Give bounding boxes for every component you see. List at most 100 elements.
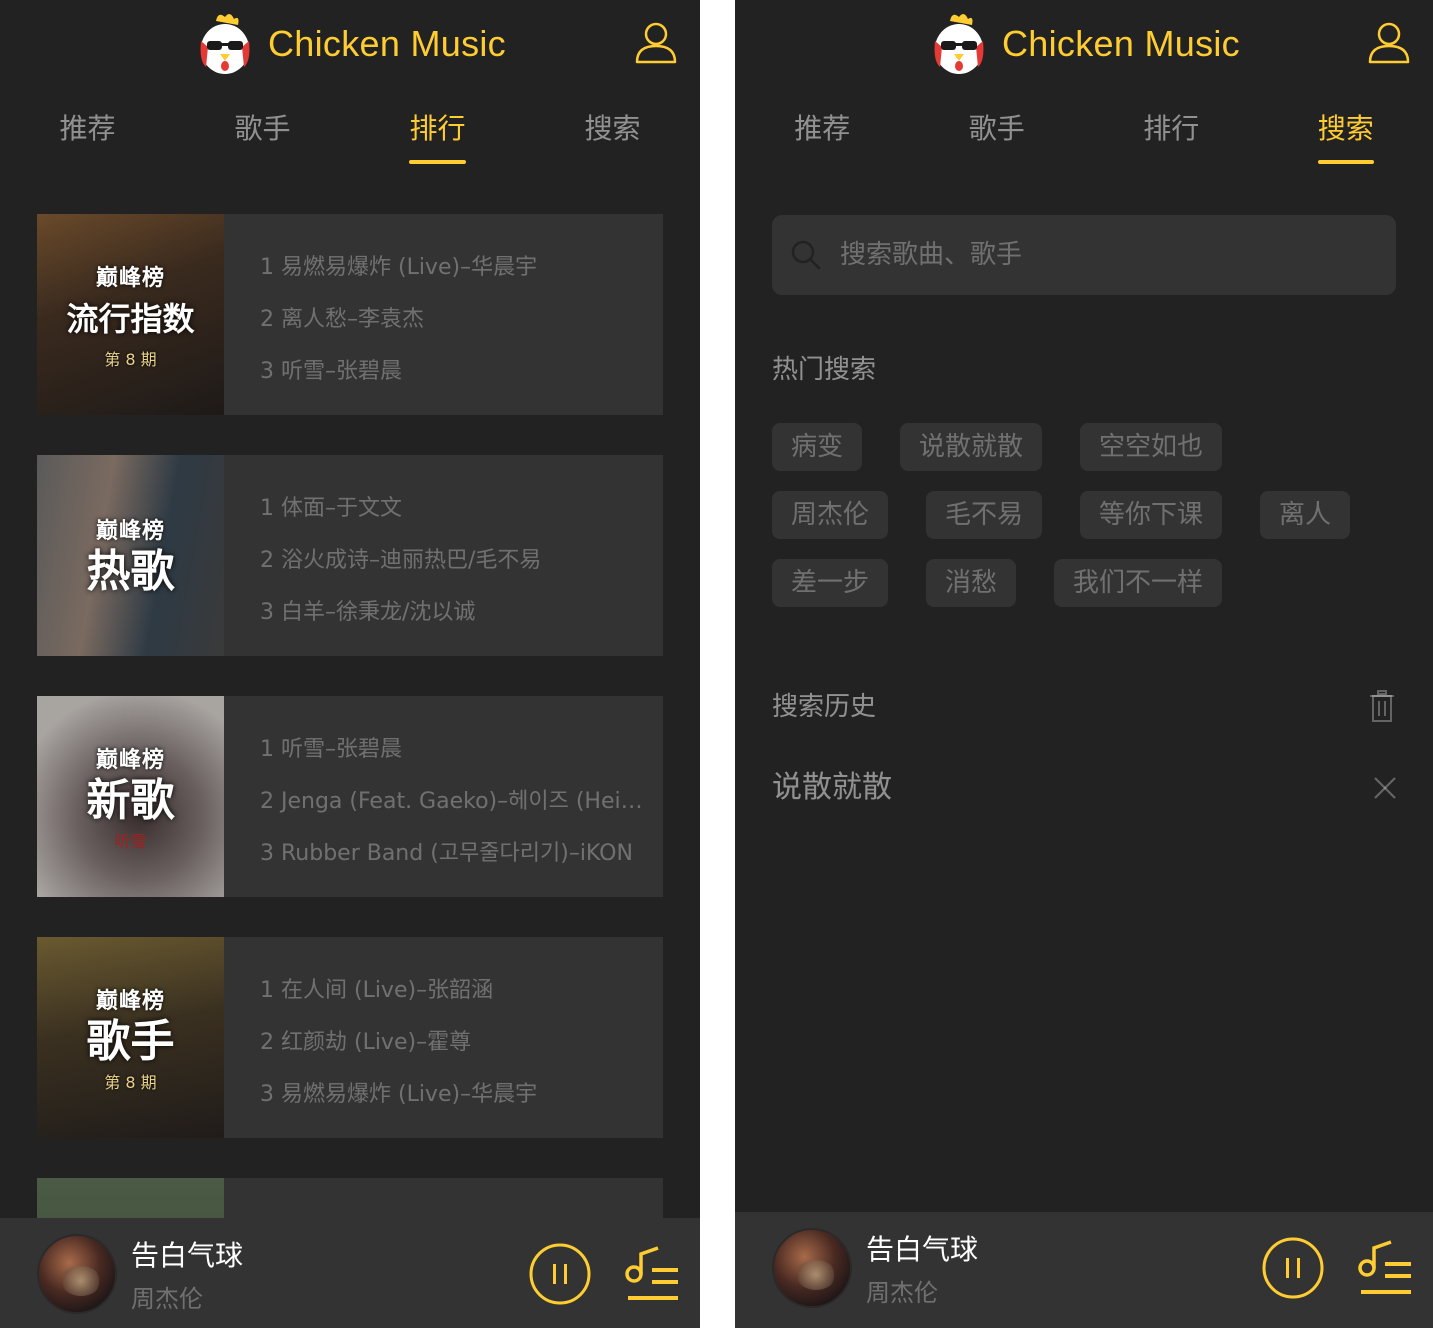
rank-song: 2 红颜劫 (Live)–霍尊 (260, 1030, 472, 1055)
search-input[interactable] (838, 239, 1396, 271)
rank-cover: 巅峰榜 热歌 (37, 455, 224, 656)
player-album-art[interactable] (37, 1234, 117, 1314)
cover-brand: 巅峰榜 (95, 988, 165, 1014)
tab-label: 搜索 (584, 112, 641, 145)
logo: Chicken Music (0, 6, 700, 82)
logo: Chicken Music (735, 6, 1433, 82)
rank-cover: 巅峰榜 歌手 第 8 期 (37, 937, 224, 1138)
rank-item-partial[interactable] (37, 1178, 663, 1218)
rank-song: 2 离人愁–李袁杰 (260, 307, 424, 332)
hot-key[interactable]: 说散就散 (900, 423, 1043, 471)
chicken-logo-icon (200, 13, 250, 74)
header: Chicken Music (735, 0, 1433, 88)
trash-icon[interactable] (1369, 690, 1395, 722)
hot-key[interactable]: 差一步 (772, 559, 889, 607)
player-album-art[interactable] (772, 1228, 852, 1308)
mini-player[interactable]: 告白气球 周杰伦 (735, 1212, 1433, 1328)
rank-songs (224, 1178, 663, 1218)
pause-icon[interactable] (1261, 1236, 1325, 1300)
hot-key[interactable]: 毛不易 (926, 491, 1043, 539)
rank-song: 1 听雪–张碧晨 (260, 737, 402, 762)
rank-screen: Chicken Music 推荐 歌手 排行 搜索 巅峰榜 流行指数 第 8 期… (0, 0, 700, 1328)
cover-title: 流行指数 (66, 299, 195, 338)
search-history-title: 搜索历史 (772, 692, 877, 722)
rank-song: 3 白羊–徐秉龙/沈以诚 (260, 600, 476, 625)
cover-extra: 第 8 期 (104, 349, 157, 369)
rank-item-new[interactable]: 巅峰榜 新歌 听雪 1 听雪–张碧晨 2 Jenga (Feat. Gaeko)… (37, 696, 663, 897)
mini-player[interactable]: 告白气球 周杰伦 (0, 1218, 700, 1328)
rank-item-singer[interactable]: 巅峰榜 歌手 第 8 期 1 在人间 (Live)–张韶涵 2 红颜劫 (Liv… (37, 937, 663, 1138)
cover-title: 新歌 (86, 774, 175, 826)
tab-label: 搜索 (1317, 108, 1374, 164)
tab-bar: 推荐 歌手 排行 搜索 (735, 108, 1433, 168)
playlist-icon[interactable] (624, 1244, 682, 1306)
hot-key[interactable]: 离人 (1260, 491, 1351, 539)
tab-rank[interactable]: 排行 (1084, 108, 1259, 168)
rank-song: 3 听雪–张碧晨 (260, 359, 402, 384)
rank-cover: 巅峰榜 新歌 听雪 (37, 696, 224, 897)
tab-singer[interactable]: 歌手 (175, 108, 350, 168)
history-item[interactable]: 说散就散 (772, 766, 892, 810)
rank-cover: 巅峰榜 流行指数 第 8 期 (37, 214, 224, 415)
tab-recommend[interactable]: 推荐 (0, 108, 175, 168)
tab-label: 歌手 (234, 112, 291, 145)
rank-songs: 1 体面–于文文 2 浴火成诗–迪丽热巴/毛不易 3 白羊–徐秉龙/沈以诚 (224, 455, 663, 656)
app-title: Chicken Music (1002, 23, 1240, 64)
hot-key[interactable]: 周杰伦 (772, 491, 889, 539)
rank-songs: 1 易燃易爆炸 (Live)–华晨宇 2 离人愁–李袁杰 3 听雪–张碧晨 (224, 214, 663, 415)
rank-item-popular[interactable]: 巅峰榜 流行指数 第 8 期 1 易燃易爆炸 (Live)–华晨宇 2 离人愁–… (37, 214, 663, 415)
cover-extra: 听雪 (114, 831, 147, 851)
hot-key[interactable]: 病变 (772, 423, 863, 471)
player-song-title: 告白气球 (131, 1239, 244, 1272)
rank-song: 2 Jenga (Feat. Gaeko)–헤이즈 (Heize) (260, 789, 643, 814)
hot-keys: 病变 说散就散 空空如也 周杰伦 毛不易 等你下课 离人 差一步 消愁 我们不一… (772, 423, 1396, 627)
tab-recommend[interactable]: 推荐 (735, 108, 910, 168)
tab-label: 推荐 (59, 112, 116, 145)
search-screen: Chicken Music 推荐 歌手 排行 搜索 热门搜索 病变 说散就散 空… (735, 0, 1433, 1328)
rank-cover (37, 1178, 224, 1218)
rank-song: 2 浴火成诗–迪丽热巴/毛不易 (260, 548, 542, 573)
rank-list[interactable]: 巅峰榜 流行指数 第 8 期 1 易燃易爆炸 (Live)–华晨宇 2 离人愁–… (37, 214, 663, 1218)
player-singer: 周杰伦 (131, 1285, 203, 1313)
hot-key[interactable]: 空空如也 (1080, 423, 1223, 471)
hot-search-title: 热门搜索 (772, 355, 877, 385)
cover-brand: 巅峰榜 (95, 747, 165, 773)
user-icon[interactable] (634, 20, 678, 64)
tab-label: 推荐 (794, 112, 851, 145)
cover-title: 歌手 (86, 1015, 175, 1067)
tab-bar: 推荐 歌手 排行 搜索 (0, 108, 700, 168)
app-title: Chicken Music (268, 23, 506, 64)
rank-song: 1 易燃易爆炸 (Live)–华晨宇 (260, 255, 538, 280)
close-icon[interactable] (1373, 776, 1397, 800)
cover-title: 热歌 (86, 545, 175, 597)
header: Chicken Music (0, 0, 700, 88)
tab-label: 排行 (409, 108, 466, 164)
rank-song: 3 易燃易爆炸 (Live)–华晨宇 (260, 1082, 538, 1107)
cover-brand: 巅峰榜 (95, 518, 165, 544)
player-singer: 周杰伦 (866, 1279, 938, 1307)
tab-search[interactable]: 搜索 (1259, 108, 1433, 168)
search-icon (791, 240, 821, 270)
hot-key[interactable]: 我们不一样 (1054, 559, 1223, 607)
hot-key[interactable]: 等你下课 (1080, 491, 1223, 539)
rank-item-hot[interactable]: 巅峰榜 热歌 1 体面–于文文 2 浴火成诗–迪丽热巴/毛不易 3 白羊–徐秉龙… (37, 455, 663, 656)
user-icon[interactable] (1367, 20, 1411, 64)
rank-songs: 1 在人间 (Live)–张韶涵 2 红颜劫 (Live)–霍尊 3 易燃易爆炸… (224, 937, 663, 1138)
tab-label: 歌手 (968, 112, 1025, 145)
playlist-icon[interactable] (1357, 1238, 1415, 1300)
tab-search[interactable]: 搜索 (525, 108, 700, 168)
hot-key[interactable]: 消愁 (926, 559, 1017, 607)
player-song-title: 告白气球 (866, 1233, 979, 1266)
tab-label: 排行 (1143, 112, 1200, 145)
cover-brand: 巅峰榜 (95, 265, 165, 291)
tab-rank[interactable]: 排行 (350, 108, 525, 168)
chicken-logo-icon (934, 13, 984, 74)
search-box (772, 215, 1396, 295)
rank-songs: 1 听雪–张碧晨 2 Jenga (Feat. Gaeko)–헤이즈 (Heiz… (224, 696, 663, 897)
rank-song: 1 在人间 (Live)–张韶涵 (260, 978, 494, 1003)
rank-song: 3 Rubber Band (고무줄다리기)–iKON (260, 841, 633, 866)
cover-extra: 第 8 期 (104, 1072, 157, 1092)
pause-icon[interactable] (528, 1242, 592, 1306)
rank-song: 1 体面–于文文 (260, 496, 402, 521)
tab-singer[interactable]: 歌手 (910, 108, 1085, 168)
